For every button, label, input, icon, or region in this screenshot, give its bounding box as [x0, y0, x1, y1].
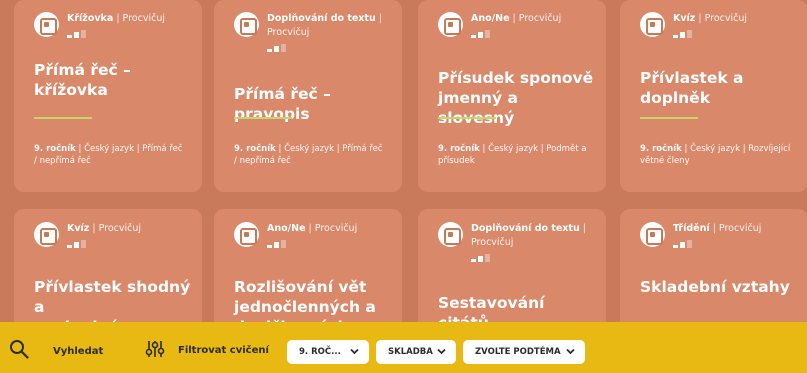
exercise-type: Třídění — [673, 223, 710, 234]
difficulty-icon — [67, 240, 141, 248]
card-header: Ano/Ne | Procvičuj — [438, 12, 598, 38]
exercise-card[interactable]: Kvíz | Procvičuj Přívlastek a doplněk 9.… — [620, 0, 807, 192]
exercise-type: Kvíz — [67, 223, 90, 234]
card-title: Skladební vztahy — [640, 278, 790, 296]
exercise-type: Křížovka — [67, 13, 114, 24]
card-title: Přísudek sponově jmenný a slovesný — [438, 69, 594, 127]
exercise-mode: Procvičuj — [98, 223, 142, 234]
exercise-type-icon — [34, 222, 59, 247]
difficulty-icon — [267, 240, 357, 248]
filter-exercises-button[interactable]: Filtrovat cvičení — [178, 345, 269, 356]
card-title: Přívlastek a doplněk — [640, 69, 744, 107]
exercise-type-icon — [438, 222, 463, 247]
card-header: Kvíz | Procvičuj — [640, 12, 800, 38]
card-tags: 9. ročník | Český jazyk | Podmět a přísu… — [438, 144, 587, 166]
search-icon[interactable] — [9, 339, 29, 359]
exercise-mode: Procvičuj — [718, 223, 762, 234]
exercise-mode: Procvičuj — [122, 13, 165, 24]
card-header: Doplňování do textu | Procvičuj — [234, 12, 394, 52]
search-button[interactable]: Vyhledat — [53, 346, 103, 357]
card-tags: 9. ročník | Český jazyk | Přímá řeč / ne… — [34, 144, 183, 166]
chevron-down-icon — [566, 348, 575, 355]
difficulty-icon — [471, 30, 561, 38]
exercise-type: Kvíz — [673, 13, 696, 24]
exercise-mode: Procvičuj — [471, 237, 514, 248]
difficulty-icon — [267, 44, 382, 52]
card-header: Doplňování do textu | Procvičuj — [438, 222, 598, 262]
card-header: Křížovka | Procvičuj — [34, 12, 194, 38]
subtopic-select[interactable]: ZVOLTE PODTÉMA — [463, 340, 585, 364]
exercise-type: Ano/Ne — [267, 223, 306, 234]
exercise-card[interactable]: Doplňování do textu | Procvičuj Přímá ře… — [214, 0, 402, 192]
chevron-down-icon — [437, 348, 446, 355]
exercise-type-icon — [640, 12, 665, 37]
difficulty-icon — [471, 254, 586, 262]
topic-select[interactable]: SKLADBA — [376, 340, 456, 364]
exercise-type-icon — [234, 12, 259, 37]
exercise-mode: Procvičuj — [314, 223, 358, 234]
exercise-card[interactable]: Křížovka | Procvičuj Přímá řeč – křížovk… — [14, 0, 202, 192]
exercise-type-icon — [640, 222, 665, 247]
exercise-type: Doplňování do textu — [267, 13, 376, 24]
exercise-type: Ano/Ne — [471, 13, 510, 24]
card-divider — [234, 117, 292, 119]
exercise-type-icon — [234, 222, 259, 247]
card-tags: 9. ročník | Český jazyk | Rozvíjející vě… — [640, 144, 791, 166]
exercise-mode: Procvičuj — [267, 27, 310, 38]
difficulty-icon — [673, 30, 747, 38]
chevron-down-icon — [350, 348, 359, 355]
exercise-card[interactable]: Ano/Ne | Procvičuj Přísudek sponově jmen… — [418, 0, 606, 192]
exercise-mode: Procvičuj — [518, 13, 562, 24]
exercise-type-icon — [438, 12, 463, 37]
exercise-type-icon — [34, 12, 59, 37]
filter-sliders-icon[interactable] — [145, 340, 165, 358]
bottom-filter-bar: Vyhledat Filtrovat cvičení 9. ROČ... SKL… — [0, 322, 807, 373]
difficulty-icon — [67, 30, 165, 38]
card-header: Třídění | Procvičuj — [640, 222, 800, 248]
difficulty-icon — [673, 240, 761, 248]
card-title: Přímá řeč – křížovka — [34, 61, 131, 99]
card-header: Kvíz | Procvičuj — [34, 222, 194, 248]
card-divider — [640, 117, 698, 119]
card-divider — [438, 117, 496, 119]
card-divider — [34, 117, 92, 119]
card-header: Ano/Ne | Procvičuj — [234, 222, 394, 248]
grade-select[interactable]: 9. ROČ... — [287, 340, 369, 364]
card-tags: 9. ročník | Český jazyk | Přímá řeč / ne… — [234, 144, 383, 166]
exercise-type: Doplňování do textu — [471, 223, 580, 234]
exercise-mode: Procvičuj — [704, 13, 748, 24]
exercise-grid: Křížovka | Procvičuj Přímá řeč – křížovk… — [0, 0, 807, 373]
